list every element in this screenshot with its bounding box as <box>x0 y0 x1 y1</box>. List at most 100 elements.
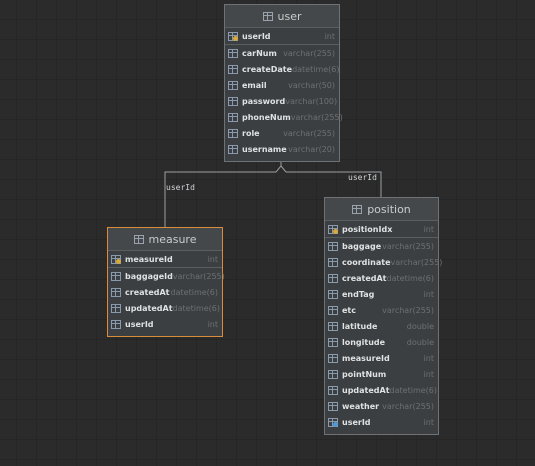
column-row-userid[interactable]: userId int <box>108 316 222 332</box>
column-type: varchar(100) <box>285 96 338 106</box>
column-name: userId <box>242 31 271 41</box>
column-type: datetime(6) <box>172 303 220 313</box>
column-row-email[interactable]: email varchar(50) <box>225 77 339 93</box>
column-row-createdate[interactable]: createDate datetime(6) <box>225 61 340 77</box>
column-name: positionIdx <box>342 224 393 234</box>
column-type: datetime(6) <box>386 273 434 283</box>
column-type: varchar(255) <box>382 305 434 315</box>
column-icon <box>328 241 338 251</box>
table-measure[interactable]: measure measureId int baggageId varchar(255… <box>107 227 225 337</box>
column-icon <box>228 144 238 154</box>
relation-label-position-user: userId <box>348 173 377 182</box>
column-name: coordinate <box>342 257 391 267</box>
column-row-username[interactable]: username varchar(20) <box>225 141 339 157</box>
column-row-createdat[interactable]: createdAt datetime(6) <box>108 284 222 300</box>
column-type: varchar(255) <box>172 271 225 281</box>
table-header[interactable]: position <box>325 198 438 221</box>
column-row-updatedat[interactable]: updatedAt datetime(6) <box>108 300 222 316</box>
column-icon <box>228 96 238 106</box>
column-row-measureid[interactable]: measureId int <box>108 251 222 268</box>
column-icon <box>328 385 338 395</box>
primary-key-icon <box>328 224 338 234</box>
column-name: createdAt <box>342 273 387 283</box>
column-type: datetime(6) <box>292 64 340 74</box>
column-type: varchar(255) <box>283 128 335 138</box>
column-row-userid[interactable]: userId int <box>325 414 438 430</box>
column-row-endtag[interactable]: endTag int <box>325 286 438 302</box>
column-name: email <box>242 80 267 90</box>
column-type: varchar(255) <box>290 112 343 122</box>
column-name: phoneNum <box>242 112 291 122</box>
column-name: createdAt <box>125 287 170 297</box>
column-name: baggageId <box>125 271 173 281</box>
column-name: updatedAt <box>125 303 173 313</box>
column-name: endTag <box>342 289 375 299</box>
table-header[interactable]: measure <box>108 228 222 251</box>
column-name: pointNum <box>342 369 387 379</box>
column-type: varchar(20) <box>288 144 335 154</box>
column-name: userId <box>125 319 154 329</box>
column-icon <box>111 319 121 329</box>
column-row-measureid[interactable]: measureId int <box>325 350 438 366</box>
table-footer <box>108 332 222 336</box>
column-type: varchar(50) <box>288 80 335 90</box>
column-icon <box>111 287 121 297</box>
column-name: carNum <box>242 48 277 58</box>
column-icon <box>328 321 338 331</box>
table-footer <box>225 157 339 161</box>
column-name: userId <box>342 417 371 427</box>
column-icon <box>228 128 238 138</box>
column-icon <box>111 271 121 281</box>
column-name: etc <box>342 305 356 315</box>
column-row-role[interactable]: role varchar(255) <box>225 125 339 141</box>
column-row-positionidx[interactable]: positionIdx int <box>325 221 438 238</box>
column-icon <box>328 369 338 379</box>
column-type: datetime(6) <box>389 385 437 395</box>
column-row-etc[interactable]: etc varchar(255) <box>325 302 438 318</box>
table-header[interactable]: user <box>225 5 339 28</box>
column-type: int <box>207 319 218 329</box>
column-row-weather[interactable]: weather varchar(255) <box>325 398 438 414</box>
column-row-password[interactable]: password varchar(100) <box>225 93 339 109</box>
table-icon <box>262 11 273 21</box>
column-type: varchar(255) <box>382 241 434 251</box>
column-row-phonenum[interactable]: phoneNum varchar(255) <box>225 109 343 125</box>
column-name: updatedAt <box>342 385 390 395</box>
column-type: int <box>423 353 434 363</box>
foreign-key-icon <box>328 417 338 427</box>
column-row-createdat[interactable]: createdAt datetime(6) <box>325 270 438 286</box>
column-name: longitude <box>342 337 386 347</box>
column-name: measureId <box>342 353 390 363</box>
column-row-userid[interactable]: userId int <box>225 28 339 45</box>
column-icon <box>328 401 338 411</box>
primary-key-icon <box>228 31 238 41</box>
column-row-pointnum[interactable]: pointNum int <box>325 366 438 382</box>
column-row-coordinate[interactable]: coordinate varchar(255) <box>325 254 442 270</box>
table-user[interactable]: user userId int carNum varchar(255) createDa… <box>224 4 343 162</box>
column-row-baggageid[interactable]: baggageId varchar(255) <box>108 268 225 284</box>
column-icon <box>328 305 338 315</box>
column-name: username <box>242 144 287 154</box>
column-type: int <box>207 254 218 264</box>
column-type: varchar(255) <box>390 257 443 267</box>
column-row-latitude[interactable]: latitude double <box>325 318 438 334</box>
column-icon <box>328 353 338 363</box>
column-icon <box>228 48 238 58</box>
column-type: double <box>406 337 434 347</box>
column-type: varchar(255) <box>283 48 335 58</box>
primary-key-icon <box>111 254 121 264</box>
table-position[interactable]: position positionIdx int baggage varchar(25… <box>324 197 442 435</box>
column-type: int <box>423 369 434 379</box>
column-name: baggage <box>342 241 382 251</box>
column-row-baggage[interactable]: baggage varchar(255) <box>325 238 438 254</box>
column-icon <box>228 64 238 74</box>
column-icon <box>228 112 238 122</box>
table-title: position <box>367 202 411 216</box>
column-name: password <box>242 96 286 106</box>
column-row-carnum[interactable]: carNum varchar(255) <box>225 45 339 61</box>
column-name: createDate <box>242 64 293 74</box>
column-type: datetime(6) <box>170 287 218 297</box>
column-row-longitude[interactable]: longitude double <box>325 334 438 350</box>
column-name: latitude <box>342 321 378 331</box>
column-row-updatedat[interactable]: updatedAt datetime(6) <box>325 382 438 398</box>
